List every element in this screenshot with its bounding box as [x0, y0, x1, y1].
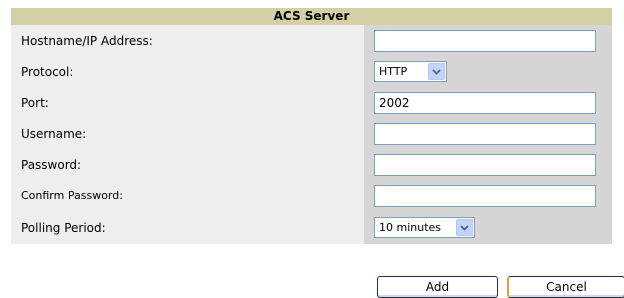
port-value-cell: [364, 87, 612, 118]
confirm-password-label: Confirm Password:: [11, 180, 364, 211]
port-input[interactable]: [374, 91, 596, 114]
protocol-value-cell: HTTP: [364, 56, 612, 87]
port-label: Port:: [11, 87, 364, 118]
username-row: Username:: [11, 118, 612, 149]
username-value-cell: [364, 118, 612, 149]
polling-period-label: Polling Period:: [11, 211, 364, 244]
confirm-password-row: Confirm Password:: [11, 180, 612, 211]
hostname-row: Hostname/IP Address:: [11, 25, 612, 56]
hostname-label: Hostname/IP Address:: [11, 25, 364, 56]
hostname-value-cell: [364, 25, 612, 56]
password-row: Password:: [11, 149, 612, 180]
acs-server-panel: ACS Server Hostname/IP Address: Protocol…: [11, 8, 612, 263]
chevron-down-icon[interactable]: [428, 63, 445, 80]
hostname-input[interactable]: [374, 29, 596, 52]
protocol-row: Protocol: HTTP: [11, 56, 612, 87]
cancel-button[interactable]: Cancel: [507, 276, 624, 298]
port-row: Port:: [11, 87, 612, 118]
panel-title: ACS Server: [11, 8, 612, 25]
confirm-password-input[interactable]: [374, 184, 596, 207]
polling-period-row: Polling Period: 10 minutes: [11, 211, 612, 244]
polling-period-select[interactable]: 10 minutes: [374, 217, 475, 238]
password-value-cell: [364, 149, 612, 180]
protocol-selected-value: HTTP: [379, 65, 408, 78]
add-button[interactable]: Add: [377, 276, 498, 298]
protocol-select[interactable]: HTTP: [374, 61, 447, 82]
password-label: Password:: [11, 149, 364, 180]
username-label: Username:: [11, 118, 364, 149]
polling-period-value-cell: 10 minutes: [364, 211, 612, 244]
password-input[interactable]: [374, 153, 596, 176]
protocol-label: Protocol:: [11, 56, 364, 87]
username-input[interactable]: [374, 122, 596, 145]
chevron-down-icon[interactable]: [456, 219, 473, 236]
polling-period-selected-value: 10 minutes: [379, 221, 442, 234]
confirm-password-value-cell: [364, 180, 612, 211]
